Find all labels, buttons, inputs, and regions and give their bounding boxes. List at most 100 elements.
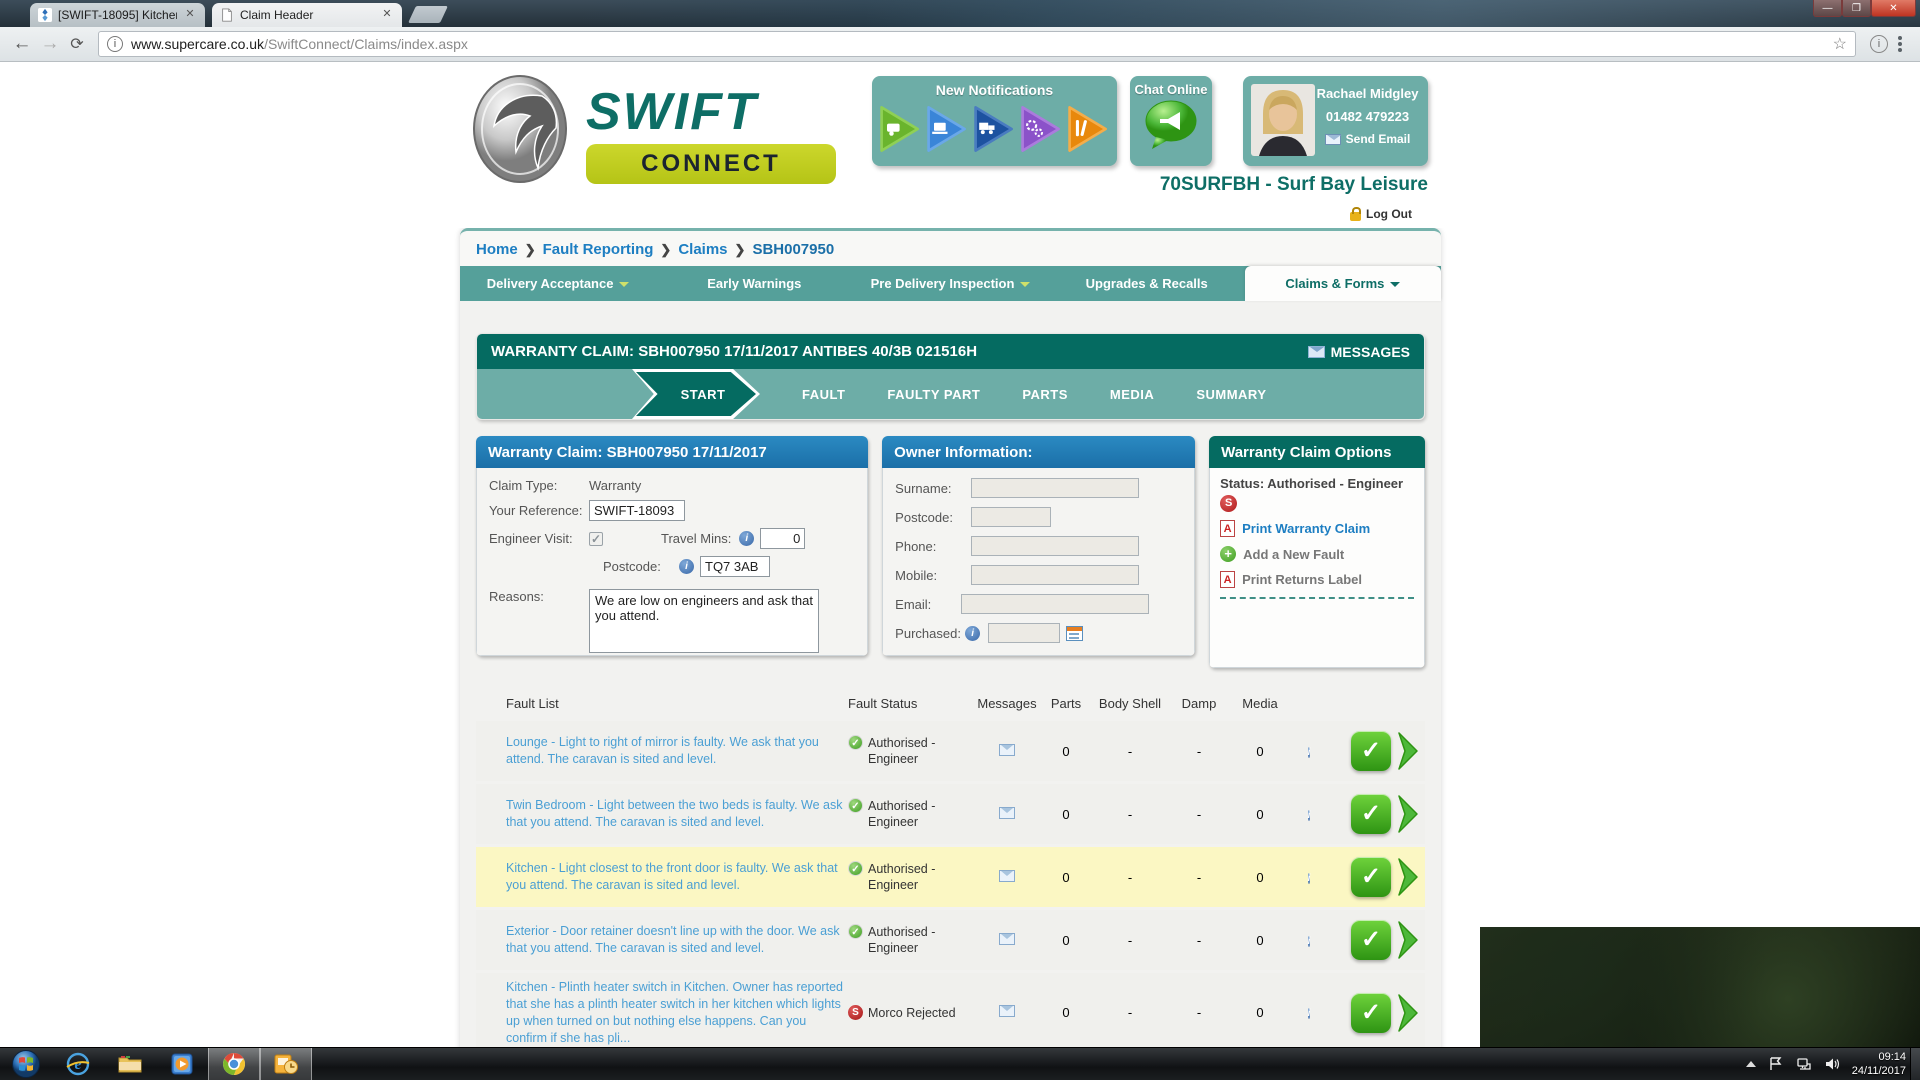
truck-notification-icon[interactable] (972, 103, 1017, 155)
svg-text:e: e (74, 1056, 81, 1073)
fault-description-link[interactable]: Exterior - Door retainer doesn't line up… (506, 924, 840, 955)
outlook-taskbar-icon[interactable] (260, 1048, 312, 1080)
reference-input[interactable] (589, 500, 685, 521)
tab-early-warnings[interactable]: Early Warnings (656, 266, 852, 301)
tab-delivery-acceptance[interactable]: Delivery Acceptance (460, 266, 656, 301)
browser-tab-2[interactable]: Claim Header ✕ (212, 3, 402, 27)
breadcrumb-claims[interactable]: Claims (678, 241, 727, 258)
chat-online-card[interactable]: Chat Online (1130, 76, 1212, 166)
messages-envelope-icon[interactable] (999, 933, 1015, 945)
owner-postcode-input[interactable] (971, 507, 1051, 527)
logout-link[interactable]: Log Out (1350, 207, 1412, 221)
purchased-input[interactable] (988, 623, 1060, 643)
info-icon[interactable]: i (1308, 936, 1311, 947)
tab-claims-forms[interactable]: Claims & Forms (1245, 266, 1441, 301)
bookmark-star-icon[interactable]: ☆ (1833, 34, 1847, 54)
engineer-visit-checkbox[interactable]: ✓ (589, 532, 603, 546)
messages-envelope-icon[interactable] (999, 870, 1015, 882)
messages-button[interactable]: MESSAGES (1308, 344, 1410, 360)
internet-explorer-icon[interactable]: e (52, 1048, 104, 1080)
extension-icon[interactable]: i (1870, 35, 1888, 53)
step-faulty-part[interactable]: FAULTY PART (887, 387, 980, 402)
gears-notification-icon[interactable] (1019, 103, 1064, 155)
approve-fault-button[interactable]: ✓ (1351, 857, 1391, 897)
info-icon[interactable]: i (1308, 1008, 1311, 1019)
volume-icon[interactable] (1824, 1056, 1840, 1072)
chrome-taskbar-icon[interactable] (208, 1048, 260, 1080)
fault-description-link[interactable]: Kitchen - Plinth heater switch in Kitche… (506, 980, 843, 1045)
info-icon[interactable]: i (1308, 810, 1311, 821)
tab-upgrades-recalls[interactable]: Upgrades & Recalls (1049, 266, 1245, 301)
add-new-fault-link[interactable]: +Add a New Fault (1220, 546, 1414, 562)
forward-icon[interactable]: → (36, 33, 64, 55)
breadcrumb-separator: ❯ (660, 242, 671, 258)
approve-fault-button[interactable]: ✓ (1351, 993, 1391, 1033)
info-icon[interactable]: i (965, 626, 980, 641)
taskbar-clock[interactable]: 09:14 24/11/2017 (1852, 1050, 1906, 1079)
open-fault-arrow-icon[interactable] (1395, 918, 1423, 962)
logout-label: Log Out (1366, 207, 1412, 221)
maximize-button[interactable]: ❐ (1842, 0, 1871, 17)
media-player-icon[interactable] (156, 1048, 208, 1080)
info-icon[interactable]: i (1308, 873, 1311, 884)
step-summary[interactable]: SUMMARY (1196, 387, 1266, 402)
info-icon[interactable]: i (679, 559, 694, 574)
tray-expand-icon[interactable] (1746, 1061, 1756, 1067)
action-center-flag-icon[interactable] (1768, 1056, 1784, 1072)
open-fault-arrow-icon[interactable] (1395, 792, 1423, 836)
step-media[interactable]: MEDIA (1110, 387, 1154, 402)
info-icon[interactable]: i (739, 531, 754, 546)
surname-input[interactable] (971, 478, 1139, 498)
step-parts[interactable]: PARTS (1022, 387, 1068, 402)
tab-close-icon[interactable]: ✕ (183, 8, 197, 22)
open-fault-arrow-icon[interactable] (1395, 991, 1423, 1035)
travel-mins-input[interactable] (760, 528, 805, 549)
tools-notification-icon[interactable] (1066, 103, 1111, 155)
reload-icon[interactable]: ⟳ (64, 34, 90, 54)
new-tab-button[interactable] (408, 6, 448, 23)
step-start[interactable]: START (632, 369, 760, 419)
fault-description-link[interactable]: Kitchen - Light closest to the front doo… (506, 861, 838, 892)
start-button[interactable] (0, 1048, 52, 1080)
laptop-notification-icon[interactable] (925, 103, 970, 155)
print-returns-label-link[interactable]: Print Returns Label (1220, 571, 1414, 588)
phone-input[interactable] (971, 536, 1139, 556)
step-fault[interactable]: FAULT (802, 387, 845, 402)
owner-email-input[interactable] (961, 594, 1149, 614)
close-button[interactable]: ✕ (1871, 0, 1916, 17)
browser-menu-icon[interactable] (1898, 42, 1902, 46)
open-fault-arrow-icon[interactable] (1395, 729, 1423, 773)
back-icon[interactable]: ← (8, 33, 36, 55)
messages-envelope-icon[interactable] (999, 1005, 1015, 1017)
minimize-button[interactable]: — (1813, 0, 1842, 17)
breadcrumb-home[interactable]: Home (476, 241, 518, 258)
tab-label: Delivery Acceptance (487, 276, 614, 291)
caravan-notification-icon[interactable] (878, 103, 923, 155)
calendar-icon[interactable] (1066, 626, 1083, 641)
body-shell-value: - (1094, 870, 1166, 885)
postcode-input[interactable] (700, 556, 770, 577)
print-warranty-claim-link[interactable]: Print Warranty Claim (1220, 520, 1414, 537)
messages-envelope-icon[interactable] (999, 807, 1015, 819)
approve-fault-button[interactable]: ✓ (1351, 731, 1391, 771)
page-info-icon[interactable]: i (107, 36, 123, 52)
pdf-icon (1220, 571, 1235, 588)
open-fault-arrow-icon[interactable] (1395, 855, 1423, 899)
tab-pre-delivery-inspection[interactable]: Pre Delivery Inspection (852, 266, 1048, 301)
network-icon[interactable] (1796, 1056, 1812, 1072)
approve-fault-button[interactable]: ✓ (1351, 920, 1391, 960)
mobile-input[interactable] (971, 565, 1139, 585)
info-icon[interactable]: i (1308, 747, 1311, 758)
show-desktop-button[interactable] (1910, 1048, 1920, 1080)
address-bar[interactable]: i www.supercare.co.uk /SwiftConnect/Clai… (98, 31, 1856, 57)
tab-close-icon[interactable]: ✕ (380, 8, 394, 22)
breadcrumb-fault-reporting[interactable]: Fault Reporting (543, 241, 654, 258)
file-explorer-icon[interactable] (104, 1048, 156, 1080)
fault-description-link[interactable]: Lounge - Light to right of mirror is fau… (506, 735, 819, 766)
approve-fault-button[interactable]: ✓ (1351, 794, 1391, 834)
browser-tab-1[interactable]: [SWIFT-18095] Kitchen - ✕ (30, 3, 205, 27)
fault-description-link[interactable]: Twin Bedroom - Light between the two bed… (506, 798, 843, 829)
reasons-textarea[interactable]: We are low on engineers and ask that you… (589, 589, 819, 653)
send-email-link[interactable]: Send Email (1315, 132, 1420, 146)
messages-envelope-icon[interactable] (999, 744, 1015, 756)
